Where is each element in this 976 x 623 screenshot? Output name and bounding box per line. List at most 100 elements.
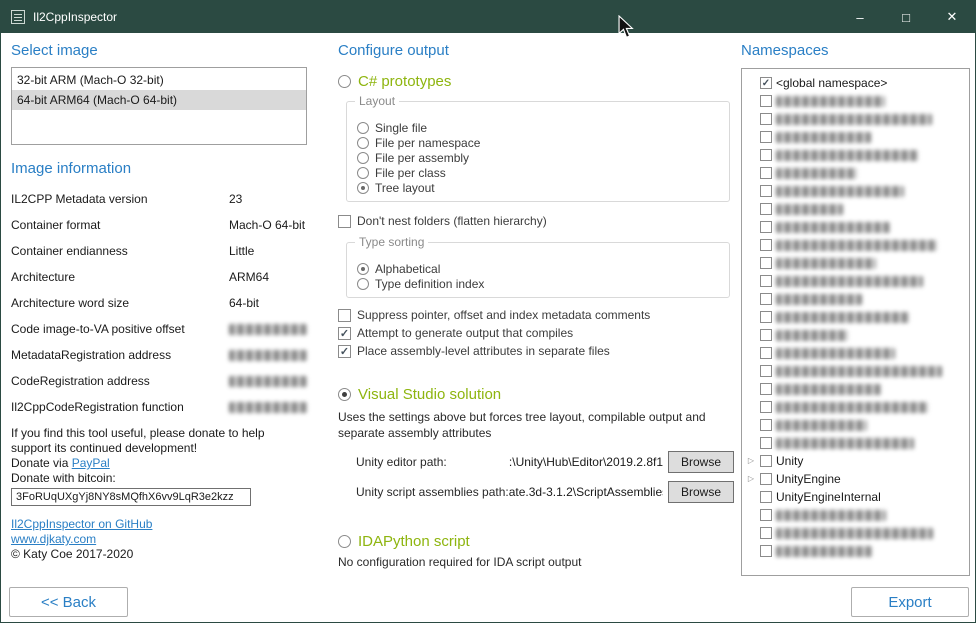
namespace-checkbox[interactable] [760,275,772,287]
namespace-checkbox[interactable] [760,527,772,539]
website-link[interactable]: www.djkaty.com [11,532,307,547]
browse-button[interactable]: Browse [668,481,734,503]
bitcoin-address-input[interactable] [11,488,251,506]
namespace-item[interactable]: ▷UnityEngine [746,470,965,488]
namespace-item[interactable] [746,506,965,524]
namespace-checkbox[interactable] [760,311,772,323]
namespace-item[interactable] [746,380,965,398]
namespace-item[interactable] [746,200,965,218]
layout-option[interactable]: Single file [357,120,719,135]
namespace-checkbox[interactable] [760,203,772,215]
namespace-item[interactable] [746,254,965,272]
namespace-item[interactable] [746,308,965,326]
option-checkbox[interactable]: Suppress pointer, offset and index metad… [338,306,734,324]
namespace-item[interactable] [746,326,965,344]
radio-icon [357,278,369,290]
maximize-button[interactable]: □ [883,1,929,33]
namespace-checkbox[interactable] [760,473,772,485]
visual-studio-radio[interactable]: Visual Studio solution [338,386,734,402]
namespace-item[interactable]: ✓<global namespace> [746,74,965,92]
namespace-item[interactable] [746,146,965,164]
namespace-item[interactable] [746,362,965,380]
namespace-checkbox[interactable] [760,455,772,467]
namespace-checkbox[interactable] [760,329,772,341]
info-row: MetadataRegistration address [11,342,307,368]
namespace-item[interactable] [746,182,965,200]
namespace-item[interactable] [746,524,965,542]
namespace-item[interactable] [746,218,965,236]
image-listbox[interactable]: 32-bit ARM (Mach-O 32-bit)64-bit ARM64 (… [11,67,307,145]
layout-option[interactable]: File per assembly [357,150,719,165]
namespace-checkbox[interactable] [760,185,772,197]
option-checkbox[interactable]: ✓Attempt to generate output that compile… [338,324,734,342]
namespace-item[interactable] [746,128,965,146]
layout-option[interactable]: Tree layout [357,180,719,195]
configure-panel: Configure output C# prototypes Layout Si… [338,33,734,569]
namespace-checkbox[interactable] [760,95,772,107]
info-label: Container endianness [11,244,229,258]
namespace-item[interactable]: ▷Unity [746,452,965,470]
namespace-checkbox[interactable] [760,509,772,521]
radio-icon [357,182,369,194]
namespace-item[interactable] [746,272,965,290]
expander-icon[interactable]: ▷ [746,474,756,484]
namespace-item[interactable] [746,164,965,182]
namespace-checkbox[interactable] [760,167,772,179]
namespace-item[interactable] [746,542,965,560]
redacted-value [229,402,307,413]
layout-option[interactable]: File per class [357,165,719,180]
namespaces-list[interactable]: ✓<global namespace> ▷Unity▷UnityEngineUni… [741,68,970,576]
csharp-prototypes-radio[interactable]: C# prototypes [338,73,734,89]
namespace-item[interactable] [746,398,965,416]
info-row: Container formatMach-O 64-bit [11,212,307,238]
namespace-item[interactable] [746,344,965,362]
namespace-checkbox[interactable] [760,257,772,269]
paypal-link[interactable]: PayPal [72,456,110,471]
namespace-item[interactable] [746,434,965,452]
namespace-checkbox[interactable] [760,221,772,233]
namespace-item[interactable] [746,236,965,254]
github-link[interactable]: Il2CppInspector on GitHub [11,517,307,532]
namespace-item[interactable]: UnityEngineInternal [746,488,965,506]
namespace-checkbox[interactable] [760,365,772,377]
namespace-checkbox[interactable] [760,401,772,413]
namespace-checkbox[interactable] [760,113,772,125]
namespace-checkbox[interactable]: ✓ [760,77,772,89]
close-button[interactable]: ✕ [929,1,975,33]
namespace-checkbox[interactable] [760,149,772,161]
option-checkbox[interactable]: ✓Place assembly-level attributes in sepa… [338,342,734,360]
back-button[interactable]: << Back [9,587,128,617]
export-button[interactable]: Export [851,587,969,617]
namespace-item[interactable] [746,92,965,110]
donate-bitcoin-label: Donate with bitcoin: [11,471,307,486]
expander-icon[interactable]: ▷ [746,456,756,466]
checkbox-icon [338,215,351,228]
flatten-checkbox[interactable]: Don't nest folders (flatten hierarchy) [338,212,734,230]
namespace-item[interactable] [746,290,965,308]
namespace-checkbox[interactable] [760,437,772,449]
image-list-item[interactable]: 32-bit ARM (Mach-O 32-bit) [12,70,306,90]
info-value: ARM64 [229,270,269,284]
namespace-item[interactable] [746,416,965,434]
namespace-checkbox[interactable] [760,347,772,359]
namespace-checkbox[interactable] [760,131,772,143]
namespace-item[interactable] [746,110,965,128]
namespace-checkbox[interactable] [760,239,772,251]
namespaces-heading: Namespaces [741,42,970,59]
minimize-button[interactable]: – [837,1,883,33]
titlebar[interactable]: Il2CppInspector – □ ✕ [1,1,975,33]
namespace-checkbox[interactable] [760,383,772,395]
browse-button[interactable]: Browse [668,451,734,473]
app-icon [11,10,25,24]
namespace-checkbox[interactable] [760,293,772,305]
layout-option[interactable]: File per namespace [357,135,719,150]
type-sorting-option[interactable]: Alphabetical [357,261,719,276]
image-list-item[interactable]: 64-bit ARM64 (Mach-O 64-bit) [12,90,306,110]
type-sorting-option[interactable]: Type definition index [357,276,719,291]
select-image-heading: Select image [11,42,307,59]
namespace-checkbox[interactable] [760,419,772,431]
idapython-radio[interactable]: IDAPython script [338,533,734,549]
namespace-checkbox[interactable] [760,545,772,557]
radio-icon [357,152,369,164]
namespace-checkbox[interactable] [760,491,772,503]
